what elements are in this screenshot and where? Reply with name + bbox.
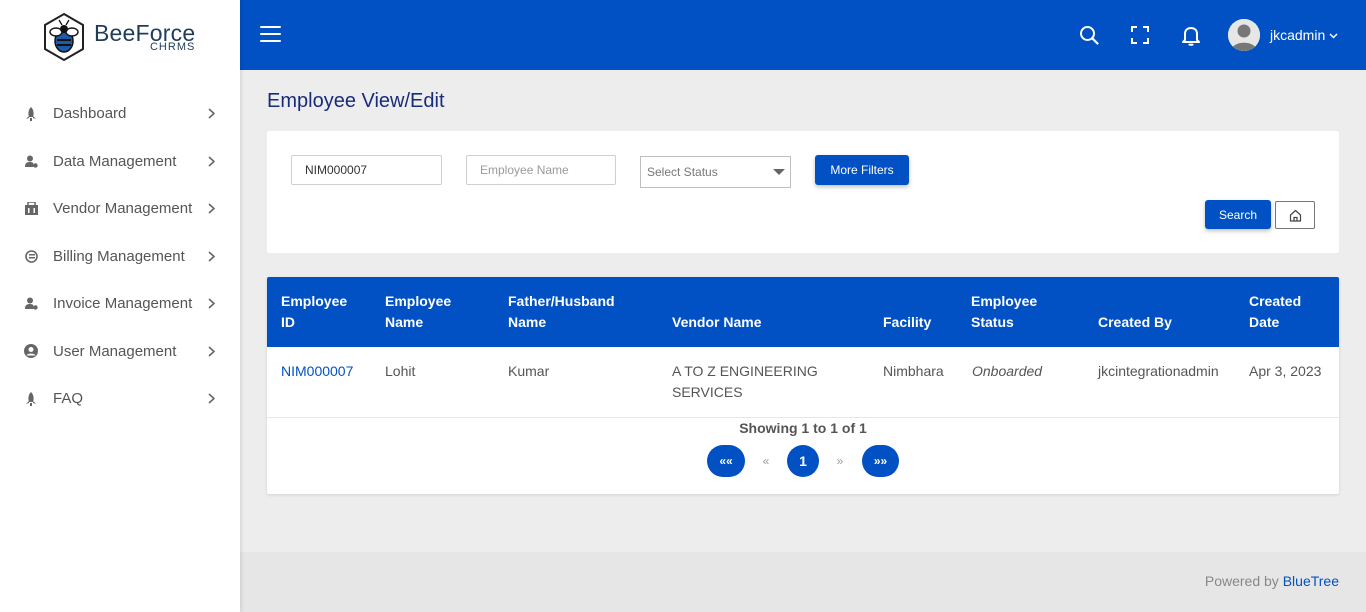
hamburger-icon[interactable] — [260, 26, 281, 43]
col-father-husband-name[interactable]: Father/Husband Name — [508, 277, 615, 347]
sidebar: BeeForce CHRMS Dashboard Data Management… — [0, 0, 240, 612]
avatar — [1228, 19, 1260, 51]
footer: Powered by BlueTree — [240, 552, 1366, 612]
home-icon — [1289, 209, 1301, 222]
col-employee-name[interactable]: Employee Name — [385, 277, 451, 347]
employee-id-link[interactable]: NIM000007 — [281, 361, 353, 382]
search-icon[interactable] — [1078, 24, 1100, 46]
user-gear-icon — [24, 297, 38, 311]
sidebar-item-label: FAQ — [53, 390, 84, 408]
dropdown-arrow-icon — [773, 169, 785, 175]
pagination-summary: Showing 1 to 1 of 1 — [739, 420, 867, 436]
brand-logo[interactable]: BeeForce CHRMS — [42, 11, 212, 63]
chevron-right-icon — [206, 393, 216, 404]
billing-icon — [24, 249, 38, 263]
father-husband-name-cell: Kumar — [508, 363, 550, 379]
rocket-icon — [24, 391, 38, 406]
user-menu[interactable]: jkcadmin — [1228, 19, 1338, 51]
chevron-right-icon — [206, 346, 216, 357]
col-created-by[interactable]: Created By — [1098, 277, 1172, 347]
created-date-cell: Apr 3, 2023 — [1249, 363, 1322, 379]
status-cell: Onboarded — [972, 363, 1043, 379]
page-1-button[interactable]: 1 — [787, 445, 819, 477]
fullscreen-icon[interactable] — [1129, 24, 1151, 46]
col-facility[interactable]: Facility — [883, 277, 931, 347]
prev-page-button[interactable]: « — [756, 445, 776, 477]
status-select[interactable]: Select Status — [640, 156, 791, 188]
sidebar-item-dashboard[interactable]: Dashboard — [0, 90, 240, 138]
employee-table: Employee ID Employee Name Father/Husband Na… — [267, 277, 1339, 494]
footer-prefix: Powered by — [1204, 573, 1279, 589]
sidebar-item-label: User Management — [53, 342, 177, 360]
col-vendor-name[interactable]: Vendor Name — [672, 277, 761, 347]
status-select-value: Select Status — [647, 165, 718, 179]
last-page-button[interactable]: »» — [862, 445, 899, 477]
page-title: Employee View/Edit — [267, 90, 445, 112]
col-employee-status[interactable]: Employee Status — [971, 277, 1037, 347]
chevron-right-icon — [206, 203, 216, 214]
chevron-right-icon — [206, 156, 216, 167]
building-icon — [24, 202, 38, 216]
filter-panel: Select Status More Filters Search — [267, 131, 1339, 253]
sidebar-item-label: Billing Management — [53, 247, 185, 265]
sidebar-item-label: Vendor Management — [53, 200, 193, 218]
sidebar-item-label: Invoice Management — [53, 295, 193, 313]
facility-cell: Nimbhara — [883, 363, 944, 379]
sidebar-item-faq[interactable]: FAQ — [0, 375, 240, 423]
username: jkcadmin — [1270, 27, 1326, 43]
sidebar-item-vendor-management[interactable]: Vendor Management — [0, 185, 240, 233]
sidebar-item-user-management[interactable]: User Management — [0, 328, 240, 376]
user-gear-icon — [24, 154, 38, 168]
next-page-button[interactable]: » — [830, 445, 850, 477]
chevron-right-icon — [206, 298, 216, 309]
sidebar-item-invoice-management[interactable]: Invoice Management — [0, 280, 240, 328]
employee-id-input[interactable] — [291, 155, 442, 185]
more-filters-button[interactable]: More Filters — [815, 155, 909, 185]
table-header: Employee ID Employee Name Father/Husband Na… — [267, 277, 1339, 347]
employee-name-input[interactable] — [466, 155, 616, 185]
col-employee-id[interactable]: Employee ID — [281, 277, 347, 347]
chevron-down-icon — [1329, 26, 1338, 44]
sidebar-item-billing-management[interactable]: Billing Management — [0, 233, 240, 281]
chevron-right-icon — [206, 108, 216, 119]
bluetree-link[interactable]: BlueTree — [1283, 573, 1339, 589]
bee-logo-icon — [44, 12, 84, 62]
table-row: NIM000007 Lohit Kumar A TO Z ENGINEERING… — [267, 347, 1339, 418]
col-created-date[interactable]: Created Date — [1249, 277, 1301, 347]
chevron-right-icon — [206, 251, 216, 262]
sidebar-item-data-management[interactable]: Data Management — [0, 138, 240, 186]
rocket-icon — [24, 106, 38, 121]
first-page-button[interactable]: «« — [707, 445, 745, 477]
reset-home-button[interactable] — [1275, 201, 1315, 229]
user-circle-icon — [24, 344, 38, 359]
top-bar: jkcadmin — [240, 0, 1366, 70]
bell-icon[interactable] — [1180, 24, 1202, 46]
created-by-cell: jkcintegrationadmin — [1098, 363, 1219, 379]
vendor-name-cell: A TO Z ENGINEERING SERVICES — [672, 363, 818, 400]
sidebar-nav: Dashboard Data Management Vendor Managem… — [0, 90, 240, 423]
sidebar-item-label: Dashboard — [53, 105, 127, 123]
sidebar-item-label: Data Management — [53, 152, 177, 170]
employee-name-cell: Lohit — [385, 363, 416, 379]
search-button[interactable]: Search — [1205, 200, 1271, 229]
footer-credit: Powered by BlueTree — [1205, 573, 1339, 589]
